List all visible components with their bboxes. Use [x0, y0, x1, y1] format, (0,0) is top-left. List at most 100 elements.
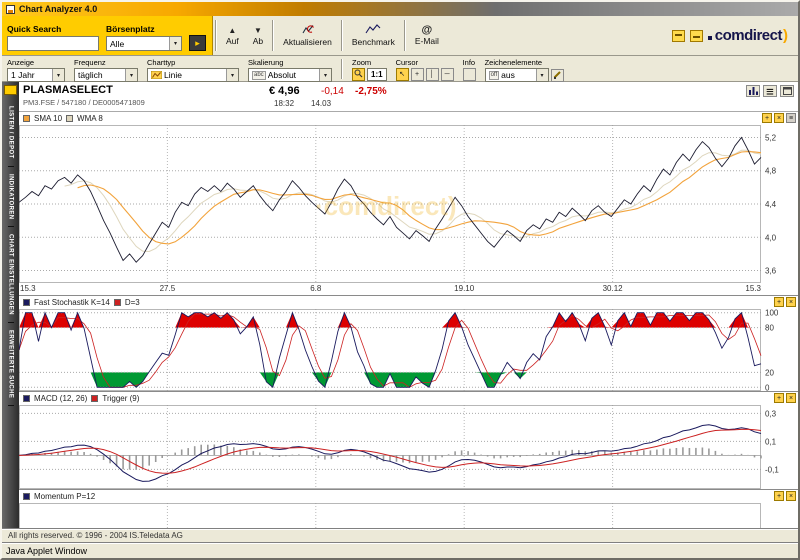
- email-button[interactable]: @ E-Mail: [408, 16, 446, 55]
- benchmark-button[interactable]: Benchmark: [345, 16, 402, 55]
- off-badge: off: [489, 71, 500, 80]
- sidebar-item-erweiterte-suche[interactable]: ERWEITERTE SUCHE: [8, 323, 14, 406]
- chart-region: PLASMASELECT PM3.FSE / 547180 / DE000547…: [19, 82, 798, 528]
- email-icon: @: [422, 26, 433, 35]
- svg-text:4,4: 4,4: [765, 200, 777, 209]
- momentum-plot[interactable]: [19, 503, 798, 528]
- x-axis-label: 15.3: [745, 284, 761, 293]
- zeichenelemente-label: Zeichenelemente: [485, 58, 564, 67]
- draw-pencil-button[interactable]: [551, 69, 564, 82]
- bar-chart-icon[interactable]: [746, 85, 760, 97]
- stochastic-k-label: Fast Stochastik K=14: [34, 298, 110, 307]
- cursor-hline-button[interactable]: ─: [441, 68, 454, 81]
- logo-group: comdirect ): [672, 16, 798, 55]
- chart-svg: 0,30,1-0,1: [19, 405, 798, 489]
- dropdown-arrow-icon[interactable]: ▾: [125, 69, 137, 81]
- panel-settings-button[interactable]: +: [774, 297, 784, 307]
- instrument-date: 14.03: [311, 99, 331, 108]
- macd-legend: MACD (12, 26) Trigger (9) + ×: [19, 392, 798, 405]
- search-go-button[interactable]: ▸: [189, 35, 206, 51]
- toolbar-separator: [404, 20, 406, 51]
- detach-window-icon[interactable]: [780, 85, 794, 97]
- panel-close-button[interactable]: ×: [786, 297, 796, 307]
- chart-svg: [19, 503, 798, 528]
- instrument-name: PLASMASELECT: [23, 84, 794, 96]
- zoom-magnifier-button[interactable]: [352, 68, 365, 81]
- skalierung-label: Skalierung: [248, 58, 332, 67]
- up-arrow-icon: ▲: [228, 26, 236, 35]
- java-applet-banner: Java Applet Window: [2, 542, 798, 558]
- chart-svg: 5,24,84,44,03,6: [19, 125, 798, 283]
- quick-search-input[interactable]: [7, 36, 99, 51]
- dropdown-arrow-icon[interactable]: ▾: [536, 69, 548, 81]
- dropdown-arrow-icon[interactable]: ▾: [52, 69, 64, 81]
- price-plot[interactable]: ·comdirect) 5,24,84,44,03,6: [19, 125, 798, 283]
- chart-analyzer-window: Chart Analyzer 4.0 Quick Search Börsenpl…: [0, 0, 800, 560]
- instrument-time: 18:32: [274, 99, 294, 108]
- java-applet-label: Java Applet Window: [6, 546, 87, 556]
- panel-close-button[interactable]: ×: [774, 113, 784, 123]
- print-icon[interactable]: [672, 30, 685, 42]
- chart-svg: 10080200: [19, 309, 798, 391]
- info-toggle[interactable]: [463, 68, 476, 81]
- main-toolbar: Quick Search Börsenplatz Alle ▾ ▸ ▲ Auf …: [2, 16, 798, 56]
- anzeige-select[interactable]: 1 Jahr ▾: [7, 68, 65, 82]
- trigger-swatch: [91, 395, 98, 402]
- sma-swatch: [23, 115, 30, 122]
- panel-settings-button[interactable]: +: [774, 393, 784, 403]
- refresh-icon: [301, 24, 315, 36]
- sidebar: LISTEN / DEPOT INDIKATOREN CHART EINSTEL…: [2, 82, 19, 528]
- refresh-button[interactable]: Aktualisieren: [276, 16, 339, 55]
- panel-settings-button[interactable]: +: [774, 491, 784, 501]
- svg-text:0: 0: [765, 383, 770, 391]
- titlebar[interactable]: Chart Analyzer 4.0: [2, 2, 798, 16]
- instrument-change: -0,14: [321, 86, 344, 97]
- momentum-label: Momentum P=12: [34, 492, 95, 501]
- sidebar-item-listen-depot[interactable]: LISTEN / DEPOT: [8, 99, 14, 167]
- toolbar-separator: [341, 59, 343, 79]
- down-arrow-icon: ▼: [254, 26, 262, 35]
- panel-settings-button[interactable]: +: [762, 113, 772, 123]
- momentum-swatch: [23, 493, 30, 500]
- cursor-label: Cursor: [396, 58, 454, 67]
- svg-text:20: 20: [765, 368, 774, 377]
- wma-legend-label: WMA 8: [77, 114, 103, 123]
- toolbar-separator: [215, 20, 217, 51]
- sidebar-item-chart-einstellungen[interactable]: CHART EINSTELLUNGEN: [8, 227, 14, 323]
- folder-icon[interactable]: [4, 85, 17, 95]
- grid-view-icon[interactable]: ≡: [763, 85, 777, 97]
- x-axis-label: 30.12: [603, 284, 623, 293]
- copyright-text: All rights reserved. © 1996 - 2004 IS.Te…: [8, 531, 183, 540]
- export-icon[interactable]: [690, 30, 703, 42]
- frequenz-label: Frequenz: [74, 58, 138, 67]
- cursor-cross-button[interactable]: +: [411, 68, 424, 81]
- panel-close-button[interactable]: ×: [786, 491, 796, 501]
- toolbar-separator: [272, 20, 274, 51]
- macd-plot[interactable]: 0,30,1-0,1: [19, 405, 798, 489]
- panel-close-button[interactable]: ×: [786, 393, 796, 403]
- cursor-pointer-button[interactable]: ↖: [396, 68, 409, 81]
- trigger-label: Trigger (9): [102, 394, 139, 403]
- down-button[interactable]: ▼ Ab: [246, 16, 270, 55]
- sidebar-item-indikatoren[interactable]: INDIKATOREN: [8, 167, 14, 228]
- window-title: Chart Analyzer 4.0: [19, 4, 97, 14]
- cursor-vline-button[interactable]: │: [426, 68, 439, 81]
- dropdown-arrow-icon[interactable]: ▾: [226, 69, 238, 81]
- macd-label: MACD (12, 26): [34, 394, 87, 403]
- search-group: Quick Search Börsenplatz Alle ▾ ▸: [2, 16, 213, 55]
- boersenplatz-select[interactable]: Alle ▾: [106, 36, 182, 51]
- zeichenelemente-select[interactable]: off aus ▾: [485, 68, 549, 82]
- logo-dot-icon: [708, 36, 712, 40]
- panel-menu-button[interactable]: ≡: [786, 113, 796, 123]
- app-icon: [6, 5, 15, 14]
- skalierung-select[interactable]: abc Absolut ▾: [248, 68, 332, 82]
- frequenz-select[interactable]: täglich ▾: [74, 68, 138, 82]
- macd-panel: MACD (12, 26) Trigger (9) + × 0,30,1-0,1: [19, 391, 798, 489]
- charttyp-select[interactable]: Linie ▾: [147, 68, 239, 82]
- abc-icon: abc: [252, 71, 266, 80]
- stochastic-k-swatch: [23, 299, 30, 306]
- stochastic-plot[interactable]: 10080200: [19, 309, 798, 391]
- dropdown-arrow-icon[interactable]: ▾: [319, 69, 331, 81]
- dropdown-arrow-icon[interactable]: ▾: [169, 37, 181, 50]
- up-button[interactable]: ▲ Auf: [219, 16, 246, 55]
